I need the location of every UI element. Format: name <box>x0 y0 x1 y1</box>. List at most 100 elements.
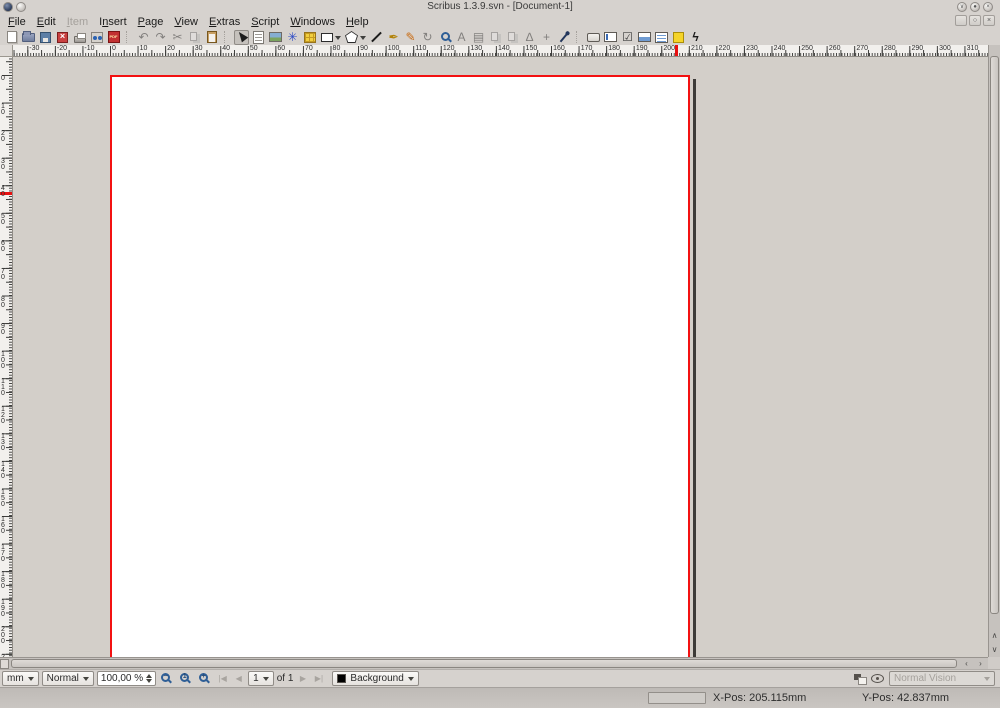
pdf-list-box-icon <box>655 32 668 43</box>
document-page[interactable] <box>110 75 690 657</box>
ruler-label: 90 <box>360 45 368 52</box>
pdf-check-box-icon[interactable]: ☑ <box>620 30 635 45</box>
ruler-label: 70 <box>305 45 313 52</box>
eye-dropper-icon[interactable] <box>556 30 571 45</box>
insert-polygon-icon[interactable] <box>344 30 359 45</box>
chevron-down-icon[interactable] <box>335 36 341 43</box>
scroll-down-icon[interactable]: ∨ <box>989 642 1000 656</box>
insert-line-icon[interactable] <box>369 30 384 45</box>
paste-icon[interactable] <box>204 30 219 45</box>
ruler-label: 5 0 <box>1 214 5 226</box>
mdi-restore-icon[interactable]: ○ <box>969 15 981 26</box>
menu-insert[interactable]: Insert <box>96 16 135 28</box>
zoom-in-button[interactable]: + <box>197 671 213 686</box>
vertical-ruler[interactable]: 01 02 03 04 05 06 07 08 09 01 0 01 1 01 … <box>0 57 13 657</box>
mdi-close-icon[interactable]: × <box>983 15 995 26</box>
ruler-label: 9 0 <box>1 324 5 336</box>
ruler-label: 30 <box>195 45 203 52</box>
menu-script[interactable]: Script <box>248 16 287 28</box>
insert-freehand-line-icon[interactable]: ✎ <box>403 30 418 45</box>
open-document-icon[interactable] <box>21 30 36 45</box>
unlink-text-frames-icon <box>505 30 520 45</box>
pdf-push-button-icon[interactable] <box>586 30 601 45</box>
zoom-100-button[interactable]: 1 <box>178 671 194 686</box>
insert-text-frame-icon[interactable] <box>251 30 266 45</box>
layer-indicator-icon[interactable] <box>854 674 866 684</box>
measurements-icon: ∆ <box>522 30 537 45</box>
y-position-label: Y-Pos: <box>862 692 894 704</box>
preflight-verifier-icon <box>91 32 103 43</box>
insert-image-frame-icon[interactable] <box>268 30 283 45</box>
ruler-label: 260 <box>829 45 841 52</box>
copy-icon <box>187 30 202 45</box>
insert-render-frame-icon[interactable]: ✳ <box>285 30 300 45</box>
vertical-scrollbar-thumb[interactable] <box>990 56 999 614</box>
save-as-pdf-icon[interactable] <box>106 30 121 45</box>
zoom-out-button[interactable]: − <box>159 671 175 686</box>
redo-icon: ↷ <box>153 30 168 45</box>
preview-eye-icon[interactable] <box>871 674 884 683</box>
menu-file[interactable]: File <box>5 16 34 28</box>
shade-window-icon[interactable]: ∨ <box>957 2 967 12</box>
pdf-combo-box-icon[interactable] <box>637 30 652 45</box>
close-window-icon[interactable]: × <box>983 2 993 12</box>
quality-selector[interactable]: Normal <box>42 671 94 686</box>
pdf-list-box-icon[interactable] <box>654 30 669 45</box>
maximize-window-icon[interactable]: ● <box>970 2 980 12</box>
mdi-minimize-icon[interactable] <box>955 15 967 26</box>
footer-bar: X-Pos: 205.115mm Y-Pos: 42.837mm <box>0 687 1000 708</box>
first-page-button: |◀ <box>216 672 229 686</box>
vertical-scrollbar[interactable]: ∧ ∨ <box>988 45 1000 657</box>
pdf-text-annotation-icon[interactable] <box>671 30 686 45</box>
ruler-label: 240 <box>774 45 786 52</box>
insert-shape-icon[interactable] <box>319 30 334 45</box>
print-document-icon[interactable] <box>72 30 87 45</box>
ruler-label: 1 1 0 <box>1 379 5 397</box>
select-item-icon[interactable] <box>234 30 249 45</box>
layer-selector[interactable]: Background <box>332 671 418 686</box>
y-position-readout: Y-Pos: 42.837mm <box>862 692 949 704</box>
scroll-left-icon[interactable]: ‹ <box>960 658 973 669</box>
vision-value: Normal Vision <box>894 673 956 684</box>
scroll-up-icon[interactable]: ∧ <box>989 628 1000 642</box>
menu-page[interactable]: Page <box>135 16 172 28</box>
x-position-readout: X-Pos: 205.115mm <box>713 692 806 704</box>
next-page-button: ▶ <box>296 672 309 686</box>
insert-bezier-curve-icon[interactable]: ✒ <box>386 30 401 45</box>
horizontal-scrollbar-thumb[interactable] <box>11 659 957 668</box>
menu-edit[interactable]: Edit <box>34 16 64 28</box>
document-canvas[interactable] <box>13 57 988 657</box>
chevron-down-icon <box>83 677 89 684</box>
zoom-value: 100,00 % <box>101 673 143 684</box>
insert-table-icon[interactable] <box>302 30 317 45</box>
ruler-label: 120 <box>443 45 455 52</box>
zoom-level-input[interactable]: 100,00 % <box>97 671 156 686</box>
menu-extras[interactable]: Extras <box>206 16 248 28</box>
page-shadow <box>693 79 696 657</box>
horizontal-scrollbar[interactable]: ‹ › <box>0 657 988 669</box>
pdf-link-annotation-icon[interactable]: ϟ <box>688 30 703 45</box>
menu-view[interactable]: View <box>171 16 206 28</box>
preflight-verifier-icon[interactable] <box>89 30 104 45</box>
y-position-value: 42.837mm <box>897 692 949 704</box>
page-number-selector[interactable]: 1 <box>248 671 274 686</box>
pdf-text-field-icon[interactable] <box>603 30 618 45</box>
save-document-icon[interactable] <box>38 30 53 45</box>
horizontal-ruler[interactable]: -30-20-100102030405060708090100110120130… <box>13 45 988 57</box>
close-document-icon[interactable] <box>55 30 70 45</box>
ruler-label: 180 <box>608 45 620 52</box>
ruler-label: 140 <box>498 45 510 52</box>
menu-help[interactable]: Help <box>343 16 377 28</box>
scroll-right-icon[interactable]: › <box>974 658 987 669</box>
scrollbar-origin-box <box>0 659 9 669</box>
save-as-pdf-icon <box>108 31 120 43</box>
new-document-icon <box>7 31 17 43</box>
spinner-arrows-icon[interactable] <box>146 671 152 686</box>
zoom-tool-icon[interactable] <box>437 30 452 45</box>
ruler-label: 150 <box>526 45 538 52</box>
chevron-down-icon[interactable] <box>360 36 366 43</box>
unit-selector[interactable]: mm <box>2 671 39 686</box>
menu-windows[interactable]: Windows <box>287 16 343 28</box>
ruler-label: 2 0 0 <box>1 627 5 645</box>
new-document-icon[interactable] <box>4 30 19 45</box>
